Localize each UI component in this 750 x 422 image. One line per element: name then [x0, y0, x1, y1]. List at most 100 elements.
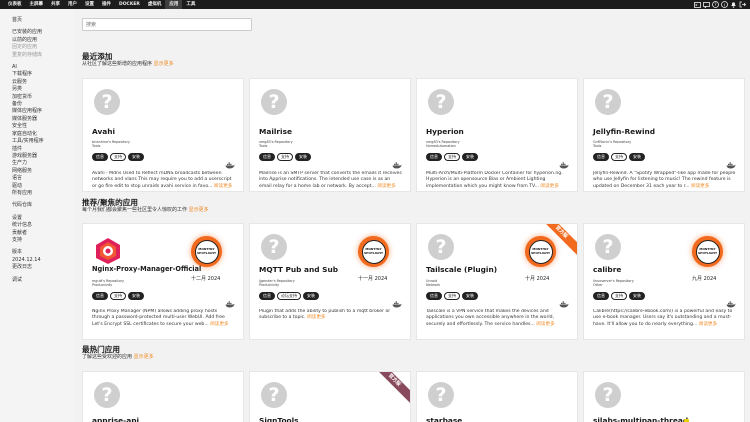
app-card[interactable]: ? 官方版 SignTools — [249, 371, 411, 422]
sidebar-item[interactable]: 驱动 — [12, 183, 75, 190]
nav-item[interactable]: 虚拟机 — [144, 0, 166, 9]
info-button[interactable]: 信息 — [259, 292, 275, 300]
sidebar-item[interactable]: 工具/实用程序 — [12, 138, 75, 145]
search-input[interactable] — [82, 18, 252, 31]
spotlight-date: 九月 2024 — [692, 276, 717, 282]
support-button[interactable]: 支持 — [611, 292, 627, 300]
app-card[interactable]: MONTHLY SPOTLIGHT Nginx-Proxy-Manager-Offi… — [82, 223, 244, 340]
nav-item[interactable]: 用户 — [64, 0, 81, 9]
sidebar-item[interactable]: 加密货币 — [12, 94, 75, 101]
nav-item[interactable]: DOCKER — [115, 0, 144, 9]
sidebar-item[interactable]: 重复的存储库 — [12, 52, 75, 59]
nav-item[interactable]: 插件 — [98, 0, 115, 9]
show-more-link[interactable]: 显示更多 — [189, 207, 209, 213]
info-button[interactable]: 信息 — [92, 153, 108, 161]
app-name: Mailrise — [259, 127, 292, 136]
install-button[interactable]: 安装 — [629, 153, 645, 161]
nav-item[interactable]: 仪表板 — [4, 0, 26, 9]
read-more-link[interactable]: 阅读更多 — [540, 184, 558, 189]
info-button[interactable]: 信息 — [92, 292, 108, 300]
sidebar-item[interactable]: 版本 — [12, 249, 75, 256]
support-button[interactable]: 支持 — [611, 153, 627, 161]
install-button[interactable]: 安装 — [462, 153, 478, 161]
install-button[interactable]: 安装 — [629, 292, 645, 300]
sidebar-item[interactable]: 调试 — [12, 277, 75, 284]
app-card[interactable]: ? starbase — [416, 371, 578, 422]
app-card[interactable]: ? silabs-multipan-thread — [583, 371, 745, 422]
feedback-icon[interactable] — [702, 0, 711, 9]
nav-item[interactable]: 设置 — [81, 0, 98, 9]
install-button[interactable]: 安装 — [303, 292, 319, 300]
show-more-link[interactable]: 显示更多 — [134, 354, 154, 360]
app-category: Productivity — [259, 283, 280, 288]
info-button[interactable]: 信息 — [593, 292, 609, 300]
info-button[interactable]: 信息 — [426, 153, 442, 161]
help-icon[interactable]: ? — [711, 0, 720, 9]
nav-item[interactable]: 应用 — [165, 0, 183, 9]
nav-item[interactable]: 主屏幕 — [26, 0, 48, 9]
sidebar-item[interactable]: 已安装的应用 — [12, 29, 75, 36]
info-button[interactable]: 信息 — [593, 153, 609, 161]
terminal-icon[interactable] — [693, 0, 702, 9]
sidebar-item[interactable]: 首页 — [12, 17, 75, 24]
app-card[interactable]: ? MONTHLY SPOTLIGHT calibre 九月 2024 linuxserv… — [583, 223, 745, 340]
read-more-link[interactable]: 阅读更多 — [210, 322, 228, 327]
sidebar-item[interactable]: 所有应用 — [12, 190, 75, 197]
app-card[interactable]: ? Avahi brianhine's Repository Tools 信息 支持 安装 A… — [82, 78, 244, 192]
app-description: Plugin that adds the ability to publish … — [259, 309, 402, 329]
app-card[interactable]: ? apprise-api — [82, 371, 244, 422]
sidebar-item[interactable]: 贡献者 — [12, 230, 75, 237]
install-button[interactable]: 安装 — [462, 292, 478, 300]
badge-line: SPOTLIGHT — [363, 250, 383, 255]
sidebar-item[interactable]: 统计信息 — [12, 222, 75, 229]
info-icon[interactable]: i — [720, 0, 729, 9]
read-more-link[interactable]: 阅读更多 — [536, 322, 554, 327]
bell-icon[interactable] — [729, 0, 738, 9]
app-card[interactable]: ? Hyperion xmg83's Repository HomeAutomatio… — [416, 78, 578, 192]
section-subtitle: 了解这些受欢迎的应用 显示更多 — [82, 354, 154, 360]
show-more-link[interactable]: 显示更多 — [154, 61, 174, 67]
card-row: ? Avahi brianhine's Repository Tools 信息 支持 安装 A… — [82, 78, 745, 192]
sidebar-item[interactable]: 安全性 — [12, 123, 75, 130]
support-button[interactable]: 支持 — [110, 153, 126, 161]
install-button[interactable]: 安装 — [128, 292, 144, 300]
read-more-link[interactable]: 阅读更多 — [699, 322, 717, 327]
sidebar-item[interactable]: 更改日志 — [12, 264, 75, 271]
app-card[interactable]: ? Jellyfin-Rewind GnRSonic's Repository Too… — [583, 78, 745, 192]
app-card[interactable]: ? Mailrise xmg83's Repository Tools 信息 支持 安装 Ma… — [249, 78, 411, 192]
app-placeholder-icon: ? — [428, 382, 454, 408]
app-placeholder-icon: ? — [261, 89, 287, 115]
support-button[interactable]: 支持 — [277, 153, 293, 161]
support-button[interactable]: 支持 — [444, 153, 460, 161]
support-button[interactable]: 支持 — [110, 292, 126, 300]
install-button[interactable]: 安装 — [295, 153, 311, 161]
sidebar-item[interactable]: 媒体应用程序 — [12, 108, 75, 115]
sidebar-item[interactable]: 生产力 — [12, 160, 75, 167]
nav-item[interactable]: 共享 — [47, 0, 64, 9]
read-more-link[interactable]: 阅读更多 — [214, 184, 232, 189]
nav-item[interactable]: 工具 — [182, 0, 199, 9]
app-card[interactable]: ? MONTHLY SPOTLIGHT 官方版 Tailscale (Plugin) 十月… — [416, 223, 578, 340]
sidebar-item[interactable]: 语言 — [12, 175, 75, 182]
docker-icon — [726, 293, 736, 308]
info-button[interactable]: 信息 — [259, 153, 275, 161]
read-more-link[interactable]: 阅读更多 — [377, 184, 395, 189]
info-button[interactable]: 信息 — [426, 292, 442, 300]
sidebar-item[interactable]: 下载程序 — [12, 71, 75, 78]
card-actions: 信息 支持 安装 — [426, 153, 478, 161]
app-name: Jellyfin-Rewind — [593, 127, 656, 136]
read-more-link[interactable]: 阅读更多 — [691, 184, 709, 189]
sidebar-item[interactable]: 另类 — [12, 86, 75, 93]
sidebar-item[interactable]: 网络服务 — [12, 168, 75, 175]
sidebar-item[interactable]: 固定的应用 — [12, 44, 75, 51]
sidebar-item[interactable]: 支持 — [12, 237, 75, 244]
app-card[interactable]: ? MONTHLY SPOTLIGHT MQTT Pub and Sub 十一月 202… — [249, 223, 411, 340]
read-more-link[interactable]: 阅读更多 — [307, 315, 325, 320]
install-button[interactable]: 安装 — [128, 153, 144, 161]
sidebar-item[interactable]: 插件 — [12, 146, 75, 153]
sidebar-item[interactable]: 家庭自动化 — [12, 131, 75, 138]
support-button[interactable]: 支持 — [444, 292, 460, 300]
support-button[interactable]: 论坛支持 — [277, 292, 301, 300]
sidebar-item[interactable]: 代码仓库 — [12, 202, 75, 209]
logout-icon[interactable] — [738, 0, 747, 9]
